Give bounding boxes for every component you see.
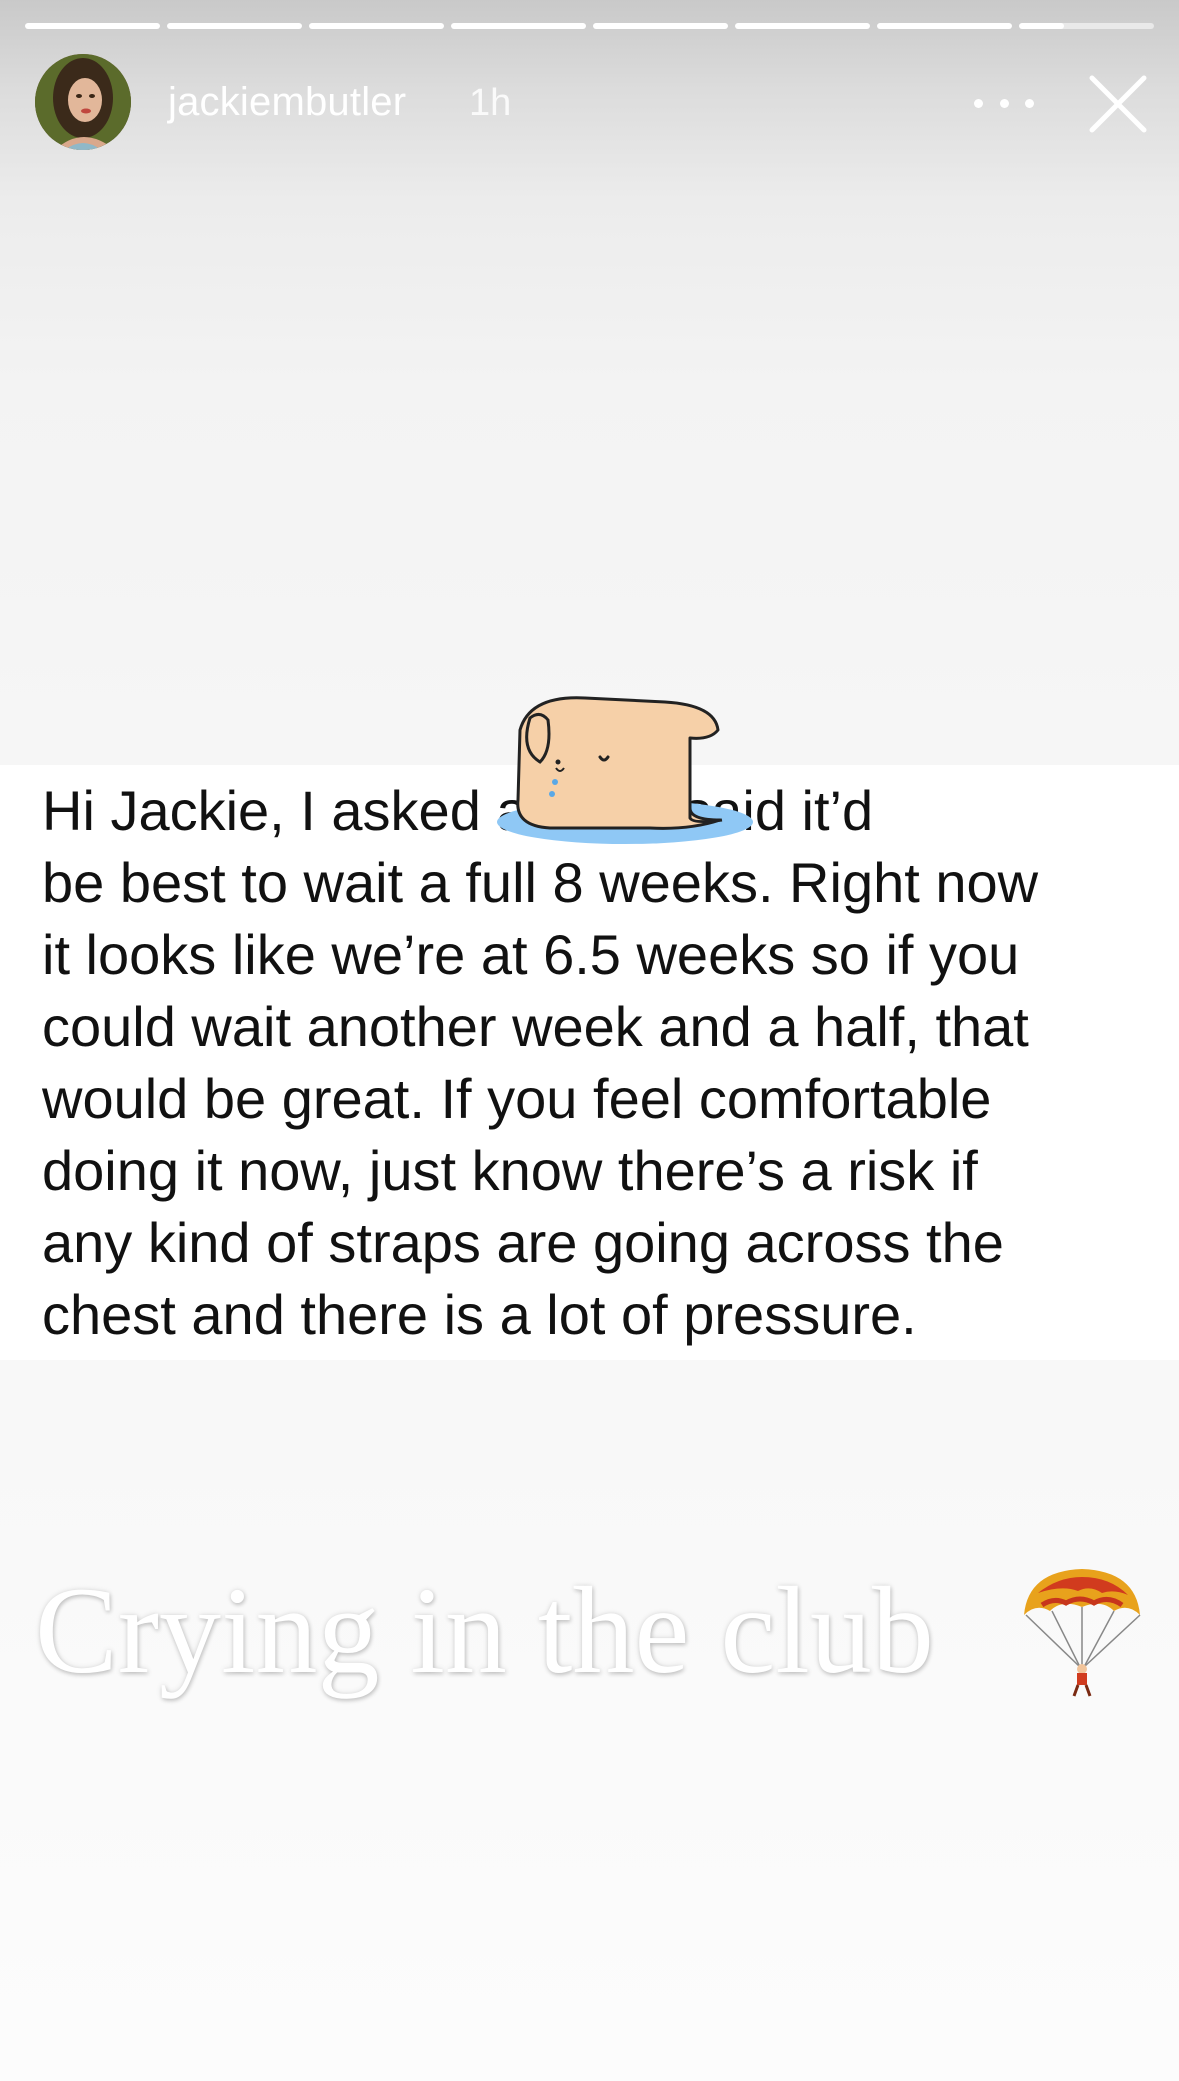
story-progress-fill [309, 23, 444, 29]
username[interactable]: jackiembutler [168, 80, 406, 125]
more-options-icon[interactable] [974, 88, 1034, 118]
message-text: Hi Jackie, I asked and he said it’d be b… [42, 779, 1039, 1346]
more-dot [974, 98, 983, 108]
story-progress-segment [877, 23, 1012, 29]
parachute-icon [1024, 1569, 1141, 1697]
story-progress-fill [593, 23, 728, 29]
story-progress-fill [735, 23, 870, 29]
close-icon[interactable] [1086, 72, 1150, 136]
story-progress-fill [25, 23, 160, 29]
story-progress-segment [1019, 23, 1154, 29]
story-progress-segment [593, 23, 728, 29]
story-progress-bar [25, 23, 1154, 29]
story-progress-segment [25, 23, 160, 29]
story-progress-fill [1019, 23, 1064, 29]
more-dot [1025, 98, 1034, 108]
story-progress-fill [877, 23, 1012, 29]
story-progress-segment [451, 23, 586, 29]
avatar-image-icon [35, 54, 131, 150]
story-progress-segment [735, 23, 870, 29]
story-header: jackiembutler 1h [35, 52, 1149, 152]
crying-dog-sticker-icon [497, 696, 753, 844]
story-progress-segment [167, 23, 302, 29]
avatar[interactable] [35, 54, 131, 150]
story-progress-segment [309, 23, 444, 29]
story-progress-fill [451, 23, 586, 29]
post-time: 1h [469, 82, 512, 124]
story-caption: Crying in the club [35, 1562, 934, 1699]
more-dot [999, 98, 1009, 108]
story-progress-fill [167, 23, 302, 29]
